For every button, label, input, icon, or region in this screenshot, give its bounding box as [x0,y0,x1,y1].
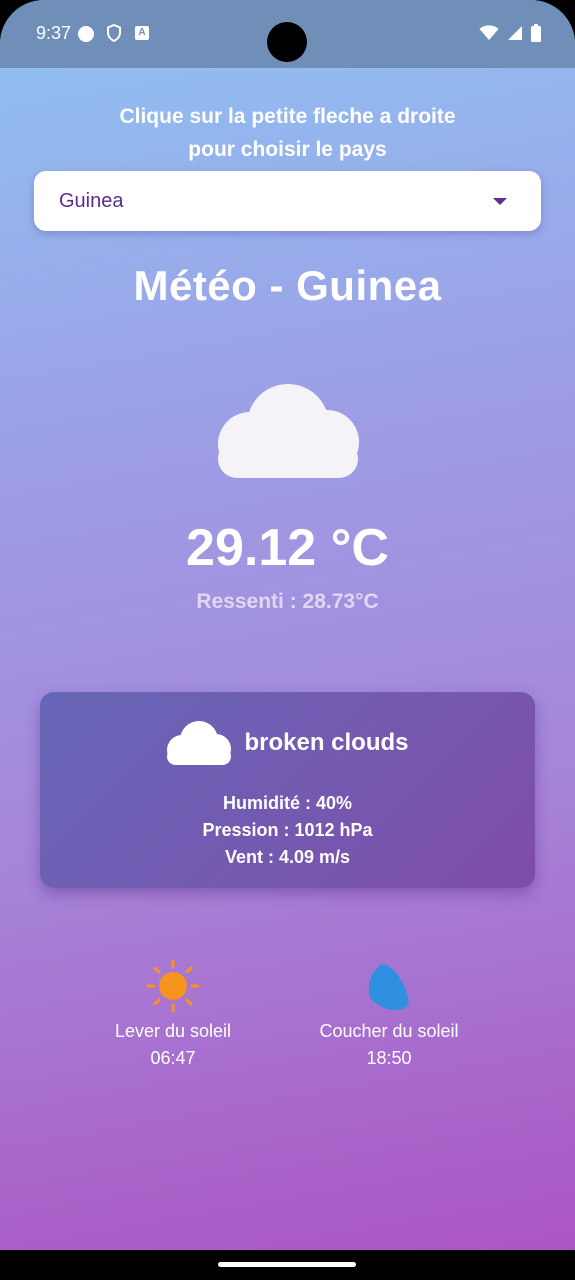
humidity-text: Humidité : 40% [222,793,353,813]
instruction-text: Clique sur la petite fleche a droite pou… [0,100,575,166]
sunset-block: Coucher du soleil 18:50 [304,958,474,1072]
card-header: broken clouds [40,720,535,766]
sunrise-block: Lever du soleil 06:47 [98,958,248,1072]
weather-details-card: broken clouds Humidité : 40% Pression : … [40,692,535,888]
instruction-line-1: Clique sur la petite fleche a droite [119,105,456,128]
app-screen: 9:37 A Clique sur la petite fleche a dro… [0,0,575,1250]
feels-like-text: Ressenti : 28.73°C [196,590,379,613]
weather-description: broken clouds [244,729,409,756]
cloud-icon [218,384,359,478]
sunset-label: Coucher du soleil [319,1021,459,1041]
sun-icon [146,959,200,1013]
page-title: Météo - Guinea [133,262,442,309]
sunrise-label: Lever du soleil [114,1021,232,1041]
country-dropdown[interactable]: Guinea [34,171,541,231]
home-indicator[interactable] [218,1262,356,1267]
signal-icon [508,26,522,40]
camera-cutout [267,22,307,62]
status-time: 9:37 [36,23,72,43]
sunset-time: 18:50 [366,1048,412,1068]
shield-icon [107,24,121,42]
cloud-icon [167,721,232,765]
status-icons [479,24,541,42]
wifi-icon [479,25,499,40]
wind-text: Vent : 4.09 m/s [224,847,351,867]
sunrise-time: 06:47 [150,1048,196,1068]
moon-icon [369,962,409,1011]
app-badge-icon: A [135,26,149,40]
pressure-text: Pression : 1012 hPa [202,820,373,840]
instruction-line-2: pour choisir le pays [188,138,387,161]
chevron-down-icon[interactable] [493,198,507,205]
notification-dot-icon [78,26,94,42]
weather-metrics: Humidité : 40% Pression : 1012 hPa Vent … [40,790,535,871]
status-bar: 9:37 A [0,0,575,68]
country-dropdown-value: Guinea [59,190,124,212]
temperature-value: 29.12 °C [186,519,389,577]
battery-icon [531,24,541,42]
